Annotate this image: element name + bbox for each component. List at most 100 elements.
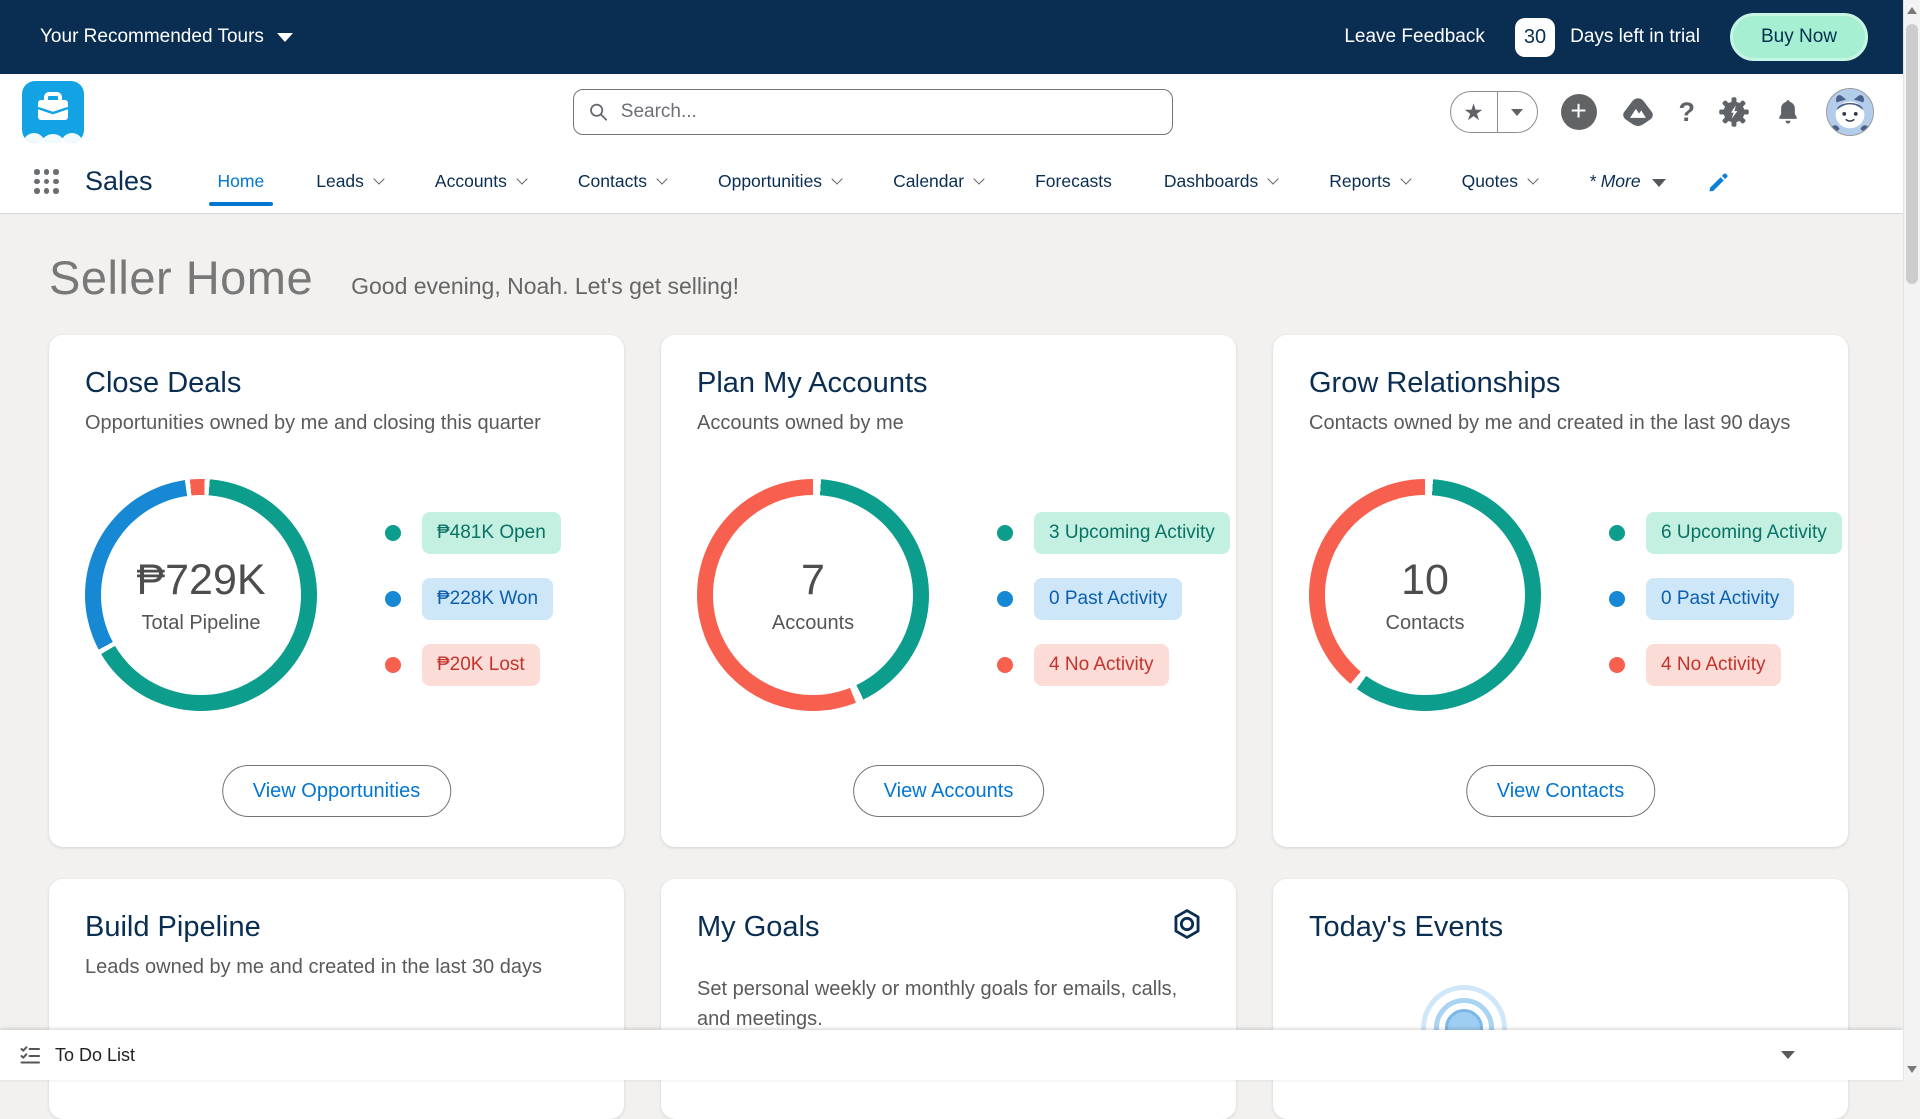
global-actions-button[interactable]: + [1561, 94, 1597, 130]
blue-dot-icon [385, 591, 401, 607]
blue-dot-icon [997, 591, 1013, 607]
pipeline-donut-chart: ₱729K Total Pipeline [85, 479, 317, 711]
app-navigation-bar: Sales Home Leads Accounts Contacts Oppor… [0, 150, 1920, 214]
global-search[interactable] [573, 89, 1173, 135]
favorites-dropdown-button[interactable] [1497, 92, 1537, 132]
tab-forecasts[interactable]: Forecasts [1032, 150, 1115, 213]
card-title: Build Pipeline [85, 911, 588, 944]
seller-home-page: Seller Home Good evening, Noah. Let's ge… [0, 214, 1920, 1119]
caret-down-icon[interactable] [1652, 179, 1666, 187]
red-dot-icon [1609, 657, 1625, 673]
legend-item-past[interactable]: 0 Past Activity [997, 578, 1230, 620]
edit-navigation-button[interactable] [1707, 170, 1731, 194]
utility-bar: To Do List [0, 1030, 1903, 1080]
chevron-down-icon[interactable] [656, 173, 667, 184]
tab-dashboards[interactable]: Dashboards [1161, 150, 1280, 213]
teal-dot-icon [1609, 525, 1625, 541]
chevron-down-icon [1511, 109, 1523, 116]
chevron-down-icon[interactable] [831, 173, 842, 184]
legend-item-none[interactable]: 4 No Activity [997, 644, 1230, 686]
contacts-donut-chart: 10 Contacts [1309, 479, 1541, 711]
vertical-scrollbar[interactable] [1903, 0, 1920, 1080]
legend-item-lost[interactable]: ₱20K Lost [385, 644, 561, 686]
chevron-down-icon[interactable] [516, 173, 527, 184]
legend-item-upcoming[interactable]: 3 Upcoming Activity [997, 512, 1230, 554]
tab-accounts[interactable]: Accounts [432, 150, 529, 213]
scrollbar-thumb[interactable] [1906, 24, 1918, 284]
card-title: Today's Events [1309, 911, 1812, 944]
chevron-down-icon[interactable] [1400, 173, 1411, 184]
chart-legend: 3 Upcoming Activity 0 Past Activity 4 No… [997, 512, 1230, 686]
question-mark-icon: ? [1679, 97, 1696, 128]
donut-center-value: ₱729K [136, 556, 265, 605]
todo-checklist-icon [18, 1043, 42, 1067]
scroll-up-arrow-icon[interactable] [1907, 7, 1917, 14]
view-accounts-button[interactable]: View Accounts [853, 765, 1045, 817]
card-subtitle: Opportunities owned by me and closing th… [85, 412, 588, 435]
red-dot-icon [385, 657, 401, 673]
trial-utility-bar: Your Recommended Tours Leave Feedback 30… [0, 0, 1920, 74]
favorite-star-button[interactable]: ★ [1451, 91, 1497, 133]
setup-button[interactable] [1718, 96, 1750, 128]
collapse-caret-icon[interactable] [1781, 1051, 1795, 1059]
teal-dot-icon [997, 525, 1013, 541]
donut-center-label: Contacts [1386, 612, 1465, 635]
tab-reports[interactable]: Reports [1326, 150, 1412, 213]
card-title: Plan My Accounts [697, 367, 1200, 400]
close-deals-card: Close Deals Opportunities owned by me an… [49, 335, 624, 847]
todo-list-button[interactable]: To Do List [55, 1045, 135, 1066]
tab-contacts[interactable]: Contacts [575, 150, 669, 213]
card-subtitle: Set personal weekly or monthly goals for… [697, 974, 1200, 1034]
tab-more[interactable]: * More [1586, 150, 1669, 213]
salesforce-app-logo[interactable] [22, 81, 84, 143]
card-title: Grow Relationships [1309, 367, 1812, 400]
help-button[interactable]: ? [1679, 97, 1696, 128]
trailhead-guidance-button[interactable] [1620, 95, 1656, 129]
notifications-button[interactable] [1773, 97, 1803, 127]
legend-item-past[interactable]: 0 Past Activity [1609, 578, 1842, 620]
legend-item-upcoming[interactable]: 6 Upcoming Activity [1609, 512, 1842, 554]
recommended-tours-label: Your Recommended Tours [40, 26, 264, 48]
legend-item-won[interactable]: ₱228K Won [385, 578, 561, 620]
blue-dot-icon [1609, 591, 1625, 607]
trial-days-label: Days left in trial [1570, 26, 1700, 48]
leave-feedback-link[interactable]: Leave Feedback [1344, 26, 1485, 48]
tab-calendar[interactable]: Calendar [890, 150, 986, 213]
chevron-down-icon[interactable] [973, 173, 984, 184]
search-input[interactable] [619, 100, 1158, 124]
tab-home[interactable]: Home [215, 150, 268, 213]
teal-dot-icon [385, 525, 401, 541]
goals-settings-button[interactable] [1170, 907, 1204, 946]
chevron-down-icon[interactable] [373, 173, 384, 184]
legend-item-open[interactable]: ₱481K Open [385, 512, 561, 554]
view-contacts-button[interactable]: View Contacts [1466, 765, 1655, 817]
red-dot-icon [997, 657, 1013, 673]
chevron-down-icon[interactable] [1268, 173, 1279, 184]
global-header: ★ + ? [0, 74, 1920, 150]
donut-center-label: Total Pipeline [142, 612, 261, 635]
recommended-tours-menu[interactable]: Your Recommended Tours [40, 26, 293, 48]
tab-leads[interactable]: Leads [313, 150, 386, 213]
card-subtitle: Accounts owned by me [697, 412, 1200, 435]
trailhead-mountain-icon [1620, 95, 1656, 129]
chevron-down-icon[interactable] [1527, 173, 1538, 184]
favorites-control: ★ [1450, 91, 1538, 133]
buy-now-button[interactable]: Buy Now [1730, 13, 1868, 61]
card-subtitle: Contacts owned by me and created in the … [1309, 412, 1812, 435]
app-launcher-icon[interactable] [34, 169, 59, 194]
scroll-down-arrow-icon[interactable] [1907, 1066, 1917, 1073]
grow-relationships-card: Grow Relationships Contacts owned by me … [1273, 335, 1848, 847]
astro-avatar-icon [1827, 89, 1873, 135]
tab-opportunities[interactable]: Opportunities [715, 150, 844, 213]
page-title: Seller Home [49, 250, 313, 305]
bell-icon [1773, 97, 1803, 127]
chart-legend: ₱481K Open ₱228K Won ₱20K Lost [385, 512, 561, 686]
chevron-down-icon [277, 33, 293, 42]
legend-item-none[interactable]: 4 No Activity [1609, 644, 1842, 686]
view-opportunities-button[interactable]: View Opportunities [222, 765, 452, 817]
plus-icon: + [1570, 97, 1586, 125]
user-avatar[interactable] [1826, 88, 1874, 136]
tab-quotes[interactable]: Quotes [1459, 150, 1540, 213]
card-title: Close Deals [85, 367, 588, 400]
accounts-donut-chart: 7 Accounts [697, 479, 929, 711]
